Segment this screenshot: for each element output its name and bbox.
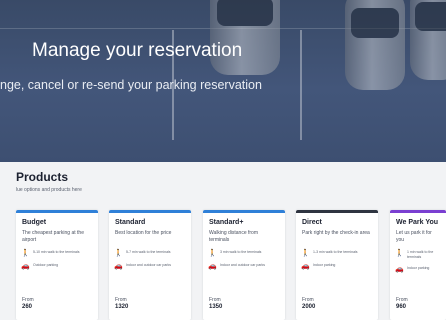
- product-card-standard-plus[interactable]: Standard+ Walking distance from terminal…: [203, 210, 285, 320]
- price-value: 1320: [115, 304, 129, 310]
- parked-car-image: [410, 0, 446, 80]
- walk-icon: 🚶: [114, 250, 123, 257]
- parked-car-image: [210, 0, 280, 75]
- product-card-direct[interactable]: Direct Park right by the check-in area 🚶…: [296, 210, 378, 320]
- card-feature: 🚶 1 min walk to the terminals: [395, 250, 440, 260]
- card-feature: 🚗 Indoor and outdoor car parks: [114, 263, 185, 270]
- walk-icon: 🚶: [208, 250, 217, 257]
- walk-icon: 🚶: [21, 250, 30, 257]
- car-icon: 🚗: [208, 263, 217, 270]
- car-icon: 🚗: [301, 263, 310, 270]
- feature-text: 5-7 min walk to the terminals: [126, 250, 171, 254]
- card-title: We Park You: [396, 219, 439, 226]
- card-description: Walking distance from terminals: [209, 230, 258, 243]
- card-title: Budget: [22, 219, 47, 226]
- walk-icon: 🚶: [301, 250, 310, 257]
- product-card-standard[interactable]: Standard Best location for the price 🚶 5…: [109, 210, 191, 320]
- price-value: 960: [396, 304, 407, 310]
- price-from-label: From: [22, 297, 34, 303]
- car-icon: 🚗: [21, 263, 30, 270]
- feature-text: Indoor parking: [313, 263, 336, 267]
- card-description: Let us park it for you: [396, 230, 432, 243]
- feature-text: 3 min walk to the terminals: [220, 250, 262, 254]
- price-value: 260: [22, 304, 33, 310]
- price-from-label: From: [115, 297, 127, 303]
- card-description: The cheapest parking at the airport: [22, 230, 84, 243]
- price-from-label: From: [302, 297, 314, 303]
- car-window: [217, 0, 273, 26]
- card-title: Standard: [115, 219, 146, 226]
- card-feature: 🚗 Indoor parking: [395, 266, 440, 273]
- card-feature: 🚗 Indoor parking: [301, 263, 372, 270]
- price-value: 2000: [302, 304, 316, 310]
- feature-text: Indoor and outdoor car parks: [126, 263, 171, 267]
- card-accent-bar: [16, 210, 98, 213]
- card-feature: 🚶 3 min walk to the terminals: [208, 250, 279, 257]
- product-card-we-park-you[interactable]: We Park You Let us park it for you 🚶 1 m…: [390, 210, 446, 320]
- feature-text: 1 min walk to the terminals: [407, 250, 434, 259]
- walk-icon: 🚶: [395, 250, 404, 257]
- page-title: Manage your reservation: [32, 40, 243, 61]
- feature-text: Indoor parking: [407, 266, 430, 270]
- price-from-label: From: [209, 297, 221, 303]
- card-feature: 🚶 1-3 min walk to the terminals: [301, 250, 372, 257]
- parking-line: [300, 30, 302, 140]
- card-title: Standard+: [209, 219, 244, 226]
- car-window: [351, 8, 399, 38]
- card-feature: 🚶 5-10 min walk to the terminals: [21, 250, 92, 257]
- products-heading: Products: [16, 170, 69, 184]
- card-accent-bar: [296, 210, 378, 213]
- card-title: Direct: [302, 219, 322, 226]
- hero-banner: Manage your reservation nge, cancel or r…: [0, 0, 446, 162]
- card-description: Park right by the check-in area: [302, 230, 370, 236]
- card-accent-bar: [109, 210, 191, 213]
- card-accent-bar: [203, 210, 285, 213]
- car-icon: 🚗: [114, 263, 123, 270]
- car-window: [415, 2, 446, 31]
- card-description: Best location for the price: [115, 230, 172, 236]
- feature-text: 1-3 min walk to the terminals: [313, 250, 358, 254]
- car-icon: 🚗: [395, 266, 404, 273]
- card-feature: 🚗 Indoor and outdoor car parks: [208, 263, 279, 270]
- parked-car-image: [345, 0, 405, 90]
- page-subtitle: nge, cancel or re-send your parking rese…: [0, 78, 262, 92]
- feature-text: Indoor and outdoor car parks: [220, 263, 265, 267]
- price-value: 1350: [209, 304, 223, 310]
- price-from-label: From: [396, 297, 408, 303]
- card-accent-bar: [390, 210, 446, 213]
- card-feature: 🚶 5-7 min walk to the terminals: [114, 250, 185, 257]
- product-card-budget[interactable]: Budget The cheapest parking at the airpo…: [16, 210, 98, 320]
- card-feature: 🚗 Outdoor parking: [21, 263, 92, 270]
- products-subheading: lue options and products here: [16, 187, 82, 193]
- feature-text: 5-10 min walk to the terminals: [33, 250, 80, 254]
- feature-text: Outdoor parking: [33, 263, 59, 267]
